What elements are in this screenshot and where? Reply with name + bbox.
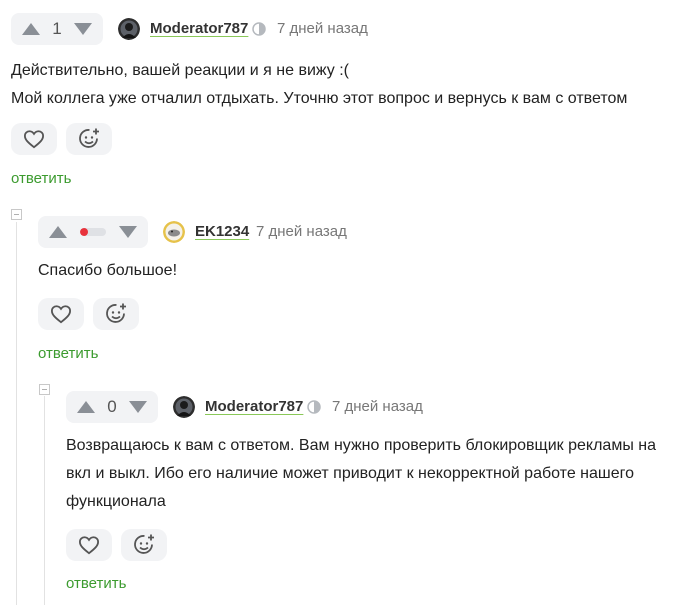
- arrow-up-icon[interactable]: [21, 22, 41, 36]
- reply-link[interactable]: ответить: [38, 345, 98, 362]
- heart-icon: [23, 130, 45, 149]
- timestamp: 7 дней назад: [332, 398, 423, 415]
- collapse-icon[interactable]: [39, 384, 50, 395]
- rating-bar: [80, 228, 106, 236]
- thread-line: [44, 396, 45, 605]
- add-reaction-icon: [79, 128, 99, 148]
- thread-line: [16, 222, 17, 605]
- heart-icon: [50, 305, 72, 324]
- vote-pill: 1: [11, 13, 103, 45]
- rating-bar-fill: [80, 228, 88, 236]
- vote-score: 1: [52, 19, 62, 38]
- author-name[interactable]: Moderator787: [150, 20, 248, 37]
- comment-text: Возвращаюсь к вам с ответом. Вам нужно п…: [66, 437, 656, 510]
- like-button[interactable]: [66, 529, 112, 561]
- avatar[interactable]: [118, 18, 140, 40]
- timestamp: 7 дней назад: [256, 223, 347, 240]
- collapse-icon[interactable]: [11, 209, 22, 220]
- add-reaction-button[interactable]: [66, 123, 112, 155]
- author-name[interactable]: EK1234: [195, 223, 249, 240]
- vote-score: 0: [107, 397, 117, 416]
- reply-link[interactable]: ответить: [66, 575, 126, 592]
- arrow-down-icon[interactable]: [73, 22, 93, 36]
- add-reaction-icon: [106, 303, 126, 323]
- timestamp: 7 дней назад: [277, 20, 368, 37]
- avatar[interactable]: [163, 221, 185, 243]
- moderator-badge-icon: [307, 400, 321, 414]
- heart-icon: [78, 536, 100, 555]
- arrow-down-icon[interactable]: [128, 400, 148, 414]
- arrow-down-icon[interactable]: [118, 225, 138, 239]
- arrow-up-icon[interactable]: [48, 225, 68, 239]
- like-button[interactable]: [11, 123, 57, 155]
- comment-text: Действительно, вашей реакции и я не вижу…: [11, 62, 628, 107]
- author-name[interactable]: Moderator787: [205, 398, 303, 415]
- add-reaction-button[interactable]: [121, 529, 167, 561]
- vote-pill: [38, 216, 148, 248]
- reply-link[interactable]: ответить: [11, 170, 71, 187]
- like-button[interactable]: [38, 298, 84, 330]
- vote-pill: 0: [66, 391, 158, 423]
- moderator-badge-icon: [252, 22, 266, 36]
- arrow-up-icon[interactable]: [76, 400, 96, 414]
- add-reaction-button[interactable]: [93, 298, 139, 330]
- comment-text: Спасибо большое!: [38, 262, 178, 279]
- avatar[interactable]: [173, 396, 195, 418]
- add-reaction-icon: [134, 534, 154, 554]
